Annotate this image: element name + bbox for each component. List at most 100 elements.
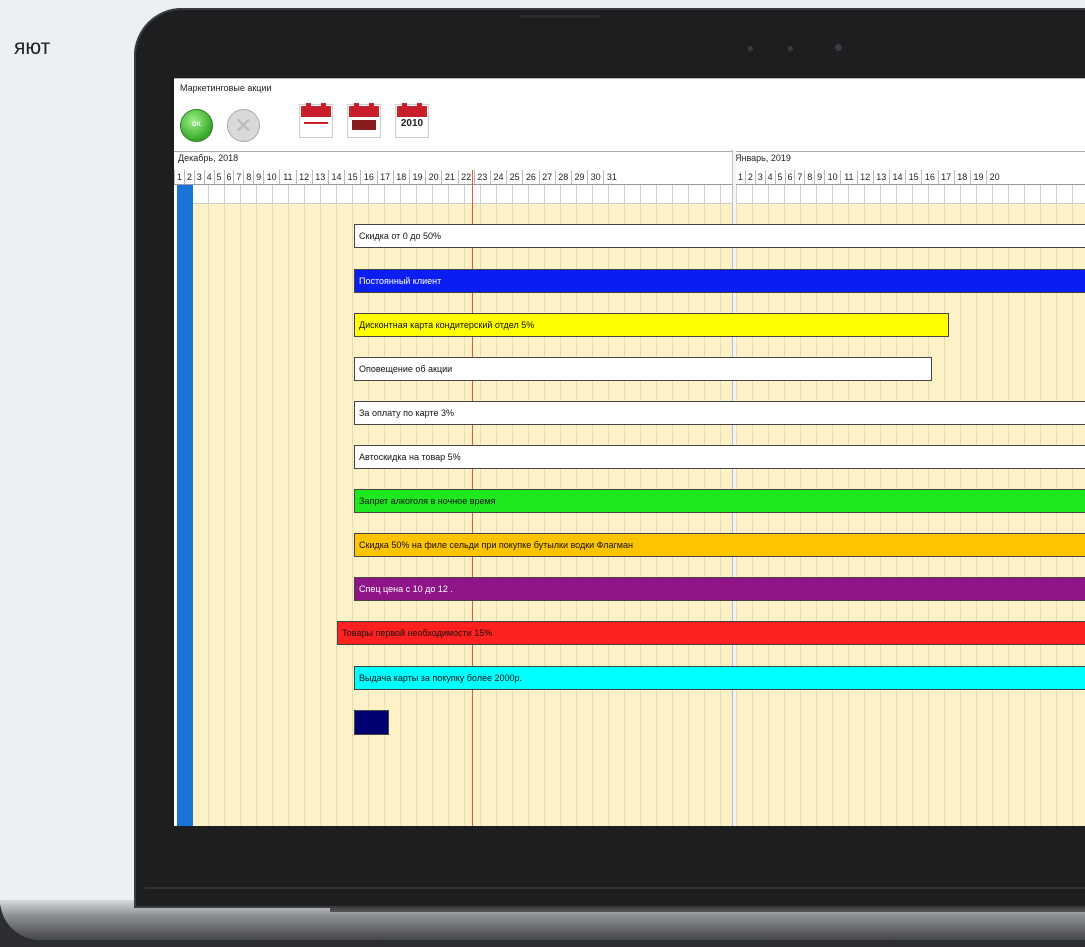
day-cell: 5 bbox=[213, 170, 224, 184]
day-cell: 12 bbox=[856, 170, 873, 184]
gantt-bar[interactable]: Дисконтная карта кондитерский отдел 5% bbox=[354, 313, 949, 337]
day-cell: 19 bbox=[969, 170, 986, 184]
day-cell: 7 bbox=[794, 170, 804, 184]
gantt-bar[interactable]: Товары первой необходимости 15% bbox=[337, 621, 1085, 645]
day-cell: 1 bbox=[174, 170, 184, 184]
page-partial-heading: яют bbox=[14, 36, 51, 59]
day-cell: 31 bbox=[603, 170, 619, 184]
gantt-bar[interactable] bbox=[354, 710, 389, 735]
day-cell: 4 bbox=[203, 170, 214, 184]
day-cell: 10 bbox=[263, 170, 279, 184]
bezel-edge bbox=[145, 887, 1085, 889]
calendar-month-icon bbox=[349, 103, 379, 117]
gantt-bar-label: Скидка от 0 до 50% bbox=[359, 231, 442, 241]
gantt-bar[interactable]: Оповещение об акции bbox=[354, 357, 932, 381]
day-cell: 7 bbox=[233, 170, 243, 184]
accept-icon: OK bbox=[192, 122, 201, 128]
day-cell: 4 bbox=[764, 170, 775, 184]
day-cell: 17 bbox=[937, 170, 954, 184]
day-cell: 11 bbox=[840, 170, 856, 184]
gantt-bar[interactable]: Спец цена с 10 до 12 . bbox=[354, 577, 1085, 601]
day-cell: 15 bbox=[344, 170, 360, 184]
toolbar-divider bbox=[174, 151, 1085, 152]
day-cell: 25 bbox=[506, 170, 522, 184]
gantt-bar-label: Скидка 50% на филе сельди при покупке бу… bbox=[359, 540, 633, 550]
day-cell: 6 bbox=[223, 170, 234, 184]
cancel-icon: ✕ bbox=[234, 113, 253, 138]
day-cell: 24 bbox=[489, 170, 506, 184]
gantt-bar[interactable]: Скидка от 0 до 50% bbox=[354, 224, 1085, 248]
day-cell: 2 bbox=[183, 170, 194, 184]
gantt-bar-label: Спец цена с 10 до 12 . bbox=[359, 584, 453, 594]
day-cell: 1 bbox=[735, 170, 745, 184]
day-cell: 26 bbox=[522, 170, 538, 184]
day-cell: 21 bbox=[441, 170, 457, 184]
gantt-bar-label: Автоскидка на товар 5% bbox=[359, 452, 461, 462]
day-cell: 12 bbox=[295, 170, 312, 184]
day-cell: 19 bbox=[408, 170, 425, 184]
row-indicator-strip bbox=[177, 185, 193, 826]
gantt-bar[interactable]: Запрет алкоголя в ночное время bbox=[354, 489, 1085, 513]
day-cell: 28 bbox=[554, 170, 571, 184]
day-header-row: 1 2 3 4 5 6 7 8 9 10 11 12 13 14 15 16 17 18 19 20 21 22 23 24 2… bbox=[174, 170, 1085, 185]
calendar-week-button[interactable] bbox=[299, 103, 333, 138]
day-cell: 8 bbox=[243, 170, 253, 184]
gantt-bar[interactable]: Выдача карты за покупку более 2000р. bbox=[354, 666, 1085, 690]
gantt-bar-label: Товары первой необходимости 15% bbox=[342, 628, 493, 638]
speaker-grille bbox=[520, 15, 600, 18]
day-cell: 13 bbox=[311, 170, 328, 184]
gantt-bar-label: Дисконтная карта кондитерский отдел 5% bbox=[359, 320, 535, 330]
gantt-bar-label: Выдача карты за покупку более 2000р. bbox=[359, 673, 522, 683]
window-title: Маркетинговые акции bbox=[180, 83, 272, 93]
day-cell: 16 bbox=[360, 170, 376, 184]
calendar-year-icon bbox=[397, 103, 427, 117]
day-cell: 13 bbox=[872, 170, 889, 184]
day-cell: 14 bbox=[888, 170, 905, 184]
calendar-year-button[interactable]: 2010 bbox=[395, 103, 429, 138]
calendar-week-icon bbox=[301, 103, 331, 117]
day-cell: 29 bbox=[570, 170, 587, 184]
month-label-january: Январь, 2019 bbox=[735, 153, 791, 163]
day-cell: 27 bbox=[538, 170, 555, 184]
gantt-bar-label: Постоянный клиент bbox=[359, 276, 442, 286]
gantt-bar[interactable]: За оплату по карте 3% bbox=[354, 401, 1085, 425]
day-cell: 10 bbox=[824, 170, 840, 184]
day-cell: 20 bbox=[425, 170, 441, 184]
calendar-year-label: 2010 bbox=[400, 118, 424, 129]
gantt-bar[interactable]: Постоянный клиент bbox=[354, 269, 1085, 293]
calendar-month-button[interactable] bbox=[347, 103, 381, 138]
day-cell: 9 bbox=[253, 170, 263, 184]
day-cell: 16 bbox=[921, 170, 937, 184]
gantt-bar-label: Оповещение об акции bbox=[359, 364, 453, 374]
month-label-december: Декабрь, 2018 bbox=[178, 153, 239, 163]
sensor-dot bbox=[788, 46, 793, 51]
day-cell: 3 bbox=[193, 170, 204, 184]
day-cell: 9 bbox=[814, 170, 824, 184]
day-cell: 23 bbox=[473, 170, 490, 184]
day-cell: 20 bbox=[986, 170, 1002, 184]
gantt-grid[interactable] bbox=[193, 204, 1085, 826]
day-cell: 8 bbox=[804, 170, 814, 184]
window-top-border bbox=[174, 78, 1085, 79]
month-divider bbox=[732, 150, 736, 826]
day-cell: 18 bbox=[953, 170, 970, 184]
sensor-dot bbox=[748, 46, 753, 51]
day-cell: 17 bbox=[376, 170, 393, 184]
camera-icon bbox=[835, 44, 842, 51]
day-cell: 14 bbox=[327, 170, 344, 184]
day-cell: 3 bbox=[754, 170, 765, 184]
day-cell: 15 bbox=[905, 170, 921, 184]
day-cell: 11 bbox=[279, 170, 295, 184]
day-cell: 2 bbox=[744, 170, 755, 184]
gantt-bar-label: Запрет алкоголя в ночное время bbox=[359, 496, 496, 506]
accept-button[interactable]: OK bbox=[180, 109, 213, 142]
cancel-button[interactable]: ✕ bbox=[227, 109, 260, 142]
gantt-bar[interactable]: Автоскидка на товар 5% bbox=[354, 445, 1085, 469]
day-cell: 18 bbox=[392, 170, 409, 184]
day-cell: 5 bbox=[774, 170, 785, 184]
gantt-bar[interactable]: Скидка 50% на филе сельди при покупке бу… bbox=[354, 533, 1085, 557]
sub-header-cells bbox=[193, 185, 1085, 203]
laptop-screen: Маркетинговые акции OK ✕ 2010 Декабрь, 2… bbox=[174, 78, 1085, 826]
gantt-bar-label: За оплату по карте 3% bbox=[359, 408, 454, 418]
day-cell: 30 bbox=[587, 170, 603, 184]
